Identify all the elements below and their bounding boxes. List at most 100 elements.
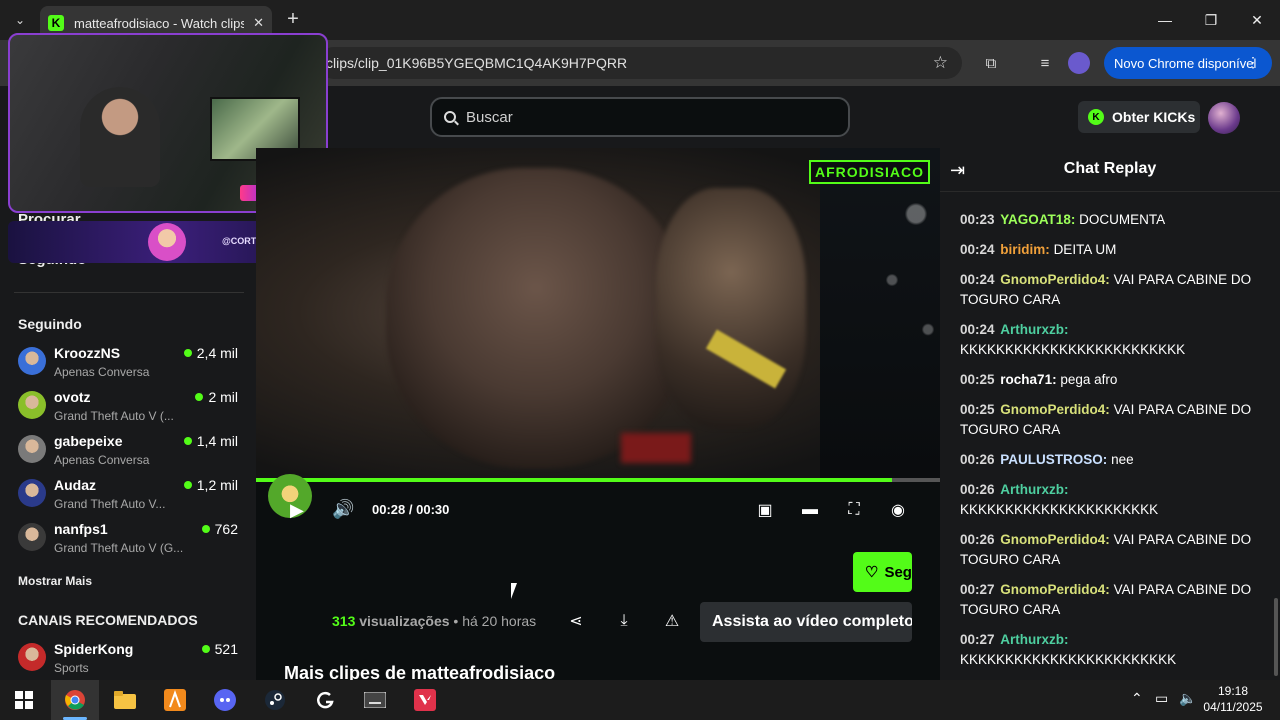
chat-username[interactable]: GnomoPerdido4: [1000, 272, 1110, 287]
viewer-count-value: 2,4 mil [196, 345, 238, 361]
channel-category: Grand Theft Auto V (G... [54, 541, 184, 555]
star-icon[interactable]: ☆ [933, 53, 948, 73]
chat-text: pega afro [1060, 372, 1118, 387]
chat-text: KKKKKKKKKKKKKKKKKKKKKKKKK [960, 342, 1186, 357]
share-icon[interactable]: ⋖ [566, 611, 586, 631]
current-time: 00:28 [372, 502, 406, 517]
address-bar[interactable]: clips/clip_01K96B5YGEQBMC1Q4AK9H7PQRR ☆ [318, 47, 962, 79]
keyboard-app-icon[interactable] [351, 680, 399, 720]
video-frame-city-lights [820, 148, 940, 478]
video-frame-person [656, 188, 806, 428]
live-dot-icon [201, 645, 210, 653]
game-launcher-icon[interactable] [151, 680, 199, 720]
time-separator: / [408, 502, 413, 517]
chat-username[interactable]: PAULUSTROSO: [1000, 452, 1107, 467]
theater-mode-icon[interactable]: ▬ [800, 500, 820, 520]
sidebar-channel[interactable]: Audaz Grand Theft Auto V... 1,2 mil [0, 477, 256, 521]
show-more-link[interactable]: Mostrar Mais [18, 574, 92, 588]
window-close-icon[interactable]: ✕ [1234, 0, 1280, 40]
clock-date: 04/11/2025 [1203, 700, 1263, 714]
minimize-icon[interactable]: — [1142, 0, 1188, 40]
progress-bar[interactable] [256, 478, 940, 482]
speaker-icon[interactable]: 🔈 [1179, 690, 1196, 707]
chat-scrollbar[interactable] [1274, 598, 1278, 676]
volume-icon[interactable]: 🔊 [332, 499, 354, 520]
steam-icon[interactable] [251, 680, 299, 720]
chat-username[interactable]: rocha71: [1000, 372, 1056, 387]
video-player[interactable]: AFRODISIACO [256, 148, 940, 478]
chat-username[interactable]: Arthurxzb: [1000, 482, 1068, 497]
clip-age: • há 20 horas [453, 613, 537, 629]
chat-timestamp: 00:23 [960, 212, 995, 227]
chrome-update-button[interactable]: Novo Chrome disponível ⋮ [1104, 47, 1272, 79]
kick-favicon-icon: K [48, 15, 64, 31]
profile-icon[interactable] [1068, 52, 1090, 74]
search-placeholder: Buscar [466, 108, 513, 126]
channel-category: Sports [54, 661, 89, 675]
chat-message: 00:25 rocha71: pega afro [960, 370, 1260, 390]
media-icon[interactable]: ≡ [1034, 52, 1056, 74]
chat-timestamp: 00:26 [960, 452, 995, 467]
maximize-icon[interactable]: ❐ [1188, 0, 1234, 40]
chat-username[interactable]: biridim: [1000, 242, 1050, 257]
watch-full-video-button[interactable]: Assista ao vídeo completo [700, 602, 912, 642]
chat-username[interactable]: GnomoPerdido4: [1000, 582, 1110, 597]
chat-username[interactable]: Arthurxzb: [1000, 322, 1068, 337]
viewer-count-value: 2 mil [208, 389, 238, 405]
tab-list-icon[interactable]: ⌄ [8, 8, 32, 32]
viewer-count: 1,2 mil [183, 477, 238, 493]
recommended-channel[interactable]: SpiderKong Sports 521 [0, 641, 256, 685]
more-icon[interactable]: ⋮ [1246, 54, 1260, 71]
file-explorer-icon[interactable] [101, 680, 149, 720]
progress-fill [256, 478, 893, 482]
channel-category: Grand Theft Auto V... [54, 497, 166, 511]
chat-message: 00:24 biridim: DEITA UM [960, 240, 1260, 260]
update-label: Novo Chrome disponível [1114, 55, 1257, 71]
chat-message: 00:27 GnomoPerdido4: VAI PARA CABINE DO … [960, 580, 1260, 620]
valorant-icon[interactable] [401, 680, 449, 720]
view-label: visualizações [359, 613, 450, 629]
chat-username[interactable]: GnomoPerdido4: [1000, 532, 1110, 547]
extensions-icon[interactable]: ⧉ [980, 52, 1002, 74]
channel-category: Grand Theft Auto V (... [54, 409, 174, 423]
discord-icon[interactable] [201, 680, 249, 720]
chat-text: KKKKKKKKKKKKKKKKKKKKKK [960, 502, 1159, 517]
user-avatar[interactable] [1208, 102, 1240, 134]
chat-replay-panel: ⇥ Chat Replay 00:23 YAGOAT18: DOCUMENTA 0… [940, 148, 1280, 680]
get-kicks-button[interactable]: K Obter KICKs [1078, 101, 1200, 133]
close-icon[interactable]: ✕ [253, 15, 264, 31]
chat-timestamp: 00:26 [960, 532, 995, 547]
sidebar-channel[interactable]: gabepeixe Apenas Conversa 1,4 mil [0, 433, 256, 477]
follow-label: Seguir [884, 563, 912, 581]
play-icon[interactable]: ▶ [290, 500, 304, 521]
chrome-icon[interactable] [51, 680, 99, 720]
chat-username[interactable]: YAGOAT18: [1000, 212, 1075, 227]
report-icon[interactable]: ⚠ [662, 611, 682, 631]
chat-username[interactable]: GnomoPerdido4: [1000, 402, 1110, 417]
chat-timestamp: 00:27 [960, 582, 995, 597]
plus-icon[interactable]: + [282, 8, 304, 30]
chat-message: 00:25 GnomoPerdido4: VAI PARA CABINE DO … [960, 400, 1260, 440]
windows-start-icon[interactable] [0, 680, 48, 720]
clock-time: 19:18 [1217, 684, 1249, 698]
sidebar-channel[interactable]: KroozzNS Apenas Conversa 2,4 mil [0, 345, 256, 389]
mouse-cursor-icon [511, 583, 517, 599]
webcam-person [80, 87, 160, 187]
chat-username[interactable]: Arthurxzb: [1000, 632, 1068, 647]
download-icon[interactable]: ⤓ [614, 611, 634, 631]
sidebar-divider [14, 292, 244, 293]
follow-button[interactable]: ♡ Seguir [853, 552, 912, 592]
network-icon[interactable]: ▭ [1155, 690, 1168, 707]
chat-timestamp: 00:27 [960, 632, 995, 647]
viewer-count: 521 [201, 641, 238, 657]
playback-speed-icon[interactable]: ◉ [888, 500, 908, 520]
sidebar-channel[interactable]: ovotz Grand Theft Auto V (... 2 mil [0, 389, 256, 433]
tab-title: matteafrodisiaco - Watch clips [74, 15, 244, 31]
picture-in-picture-icon[interactable]: ▣ [755, 500, 775, 520]
fullscreen-icon[interactable]: ⛶ [844, 500, 864, 520]
g-hub-icon[interactable] [301, 680, 349, 720]
taskbar-clock[interactable]: 19:18 04/11/2025 [1196, 683, 1270, 715]
sidebar-channel[interactable]: nanfps1 Grand Theft Auto V (G... 762 [0, 521, 256, 565]
search-input[interactable]: Buscar [430, 97, 850, 137]
chevron-up-icon[interactable]: ⌃ [1131, 690, 1143, 707]
